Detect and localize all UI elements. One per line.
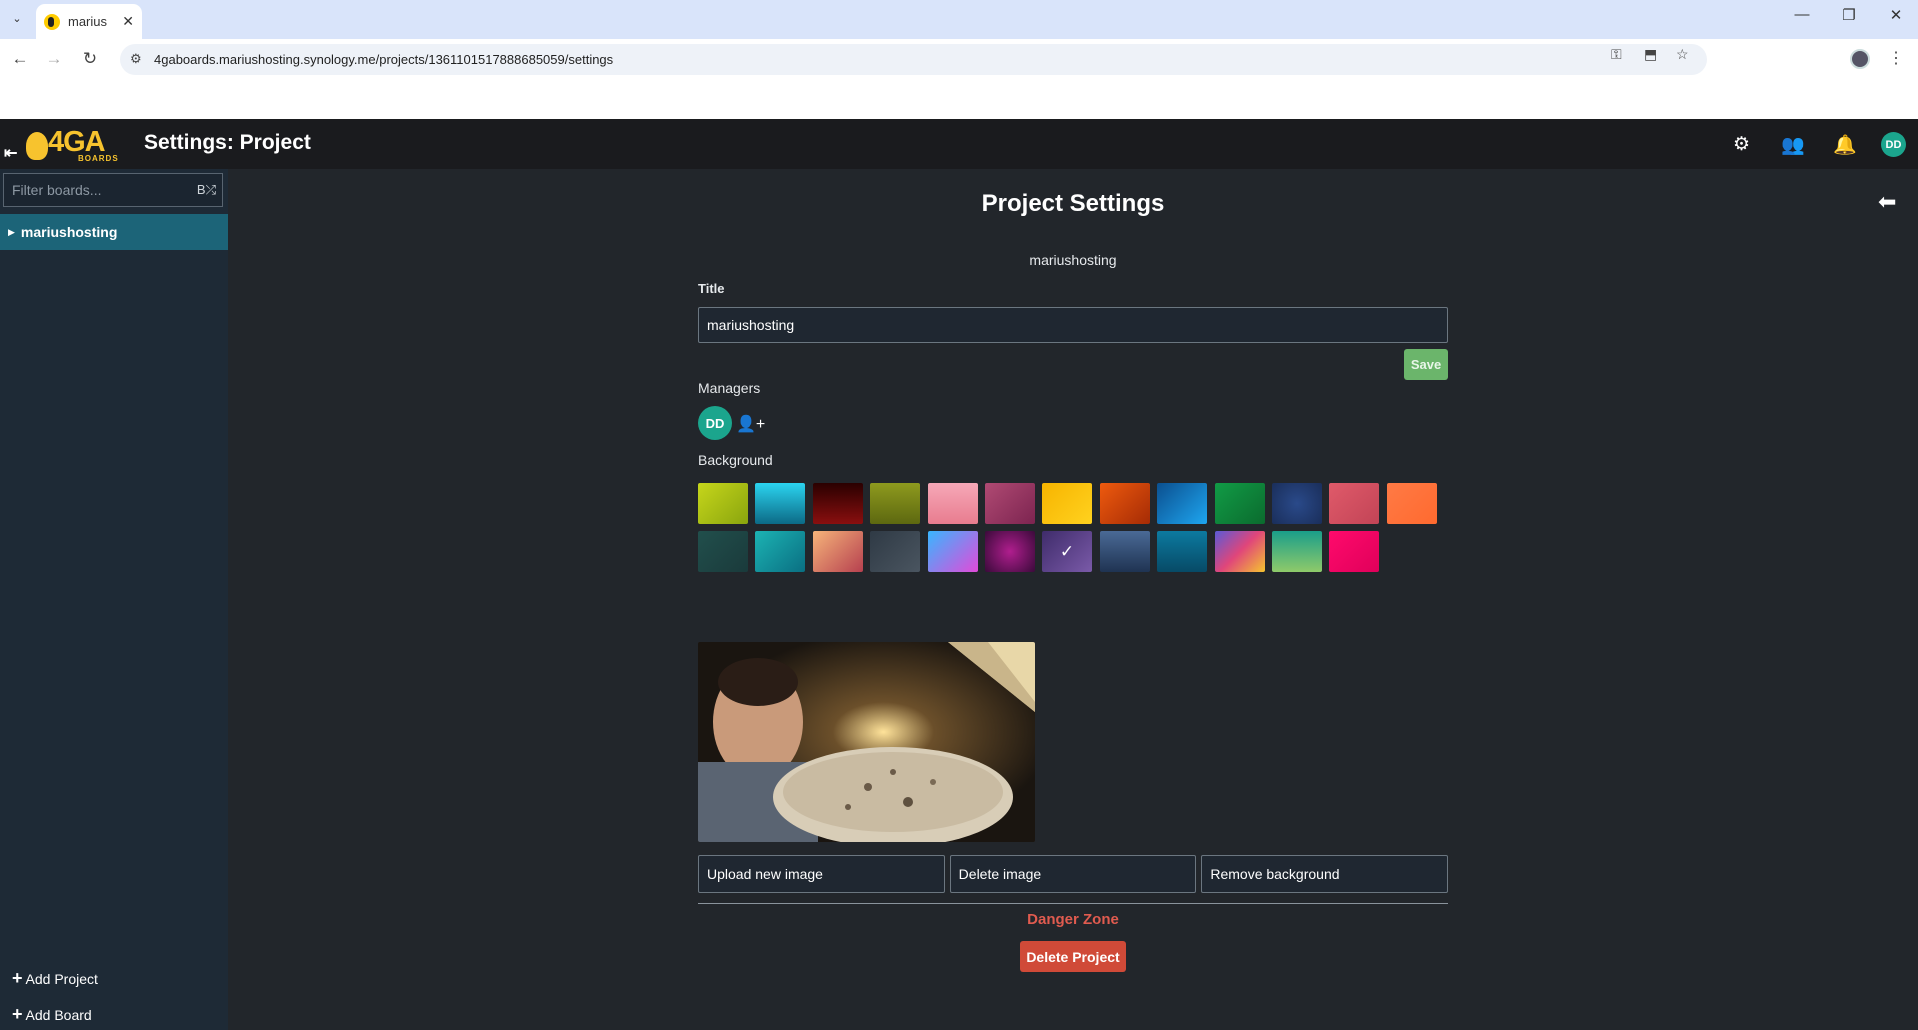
site-info-icon[interactable]: ⚙ — [130, 51, 142, 67]
logo-bird-icon — [26, 132, 48, 160]
restore-icon[interactable]: ❐ — [1829, 6, 1869, 24]
sidebar-project-label: mariushosting — [20, 224, 118, 240]
background-swatch[interactable] — [1100, 531, 1150, 572]
browser-blank-area — [0, 79, 1918, 119]
app-header: ⇤ 4GA BOARDS Settings: Project ⚙ 👥 🔔 DD — [0, 119, 1918, 169]
filter-options-icon[interactable]: B⤮ — [197, 182, 216, 198]
background-swatch[interactable] — [1387, 483, 1437, 524]
browser-tab[interactable]: marius ✕ — [36, 4, 142, 39]
logo-subtext: BOARDS — [78, 154, 119, 163]
background-swatch[interactable] — [985, 531, 1035, 572]
favicon-icon — [44, 13, 60, 30]
delete-image-button[interactable]: Delete image — [949, 855, 1197, 893]
background-label: Background — [698, 452, 773, 468]
background-swatch[interactable]: ✓ — [1042, 531, 1092, 572]
sidebar: B⤮ ▶ mariushosting + Add Project + Add B… — [0, 169, 228, 1030]
delete-project-button[interactable]: Delete Project — [1020, 941, 1126, 972]
upload-image-button[interactable]: Upload new image — [698, 855, 945, 893]
background-image — [698, 642, 1035, 842]
browser-toolbar: ← → ↻ ⚙ 4gaboards.mariushosting.synology… — [0, 39, 1918, 79]
background-swatch[interactable] — [1157, 531, 1207, 572]
add-board-label: Add Board — [25, 1006, 92, 1023]
background-swatch[interactable] — [813, 483, 863, 524]
background-swatch[interactable] — [1215, 483, 1265, 524]
background-swatch[interactable] — [870, 483, 920, 524]
manager-avatar[interactable]: DD — [698, 406, 732, 440]
divider — [698, 903, 1448, 904]
app-logo[interactable]: 4GA BOARDS — [22, 126, 120, 164]
background-swatch[interactable] — [1272, 483, 1322, 524]
image-actions: Upload new image Delete image Remove bac… — [698, 855, 1449, 893]
background-swatch[interactable] — [755, 531, 805, 572]
address-bar[interactable]: ⚙ 4gaboards.mariushosting.synology.me/pr… — [120, 44, 1707, 75]
close-window-icon[interactable]: ✕ — [1876, 6, 1916, 24]
add-board-button[interactable]: + Add Board — [12, 1004, 92, 1025]
save-button[interactable]: Save — [1404, 349, 1448, 380]
forward-icon[interactable]: → — [42, 47, 66, 71]
expand-caret-icon[interactable]: ▶ — [8, 227, 15, 238]
collapse-sidebar-icon[interactable]: ⇤ — [4, 143, 17, 163]
background-swatch[interactable] — [813, 531, 863, 572]
background-swatch[interactable] — [928, 483, 978, 524]
minimize-icon[interactable]: — — [1782, 6, 1822, 23]
project-name-subtitle: mariushosting — [1029, 252, 1117, 268]
title-label: Title — [698, 281, 725, 296]
background-swatch[interactable] — [928, 531, 978, 572]
settings-gear-icon[interactable]: ⚙ — [1733, 133, 1750, 156]
install-app-icon[interactable]: ⬒ — [1644, 46, 1657, 63]
background-photo-illustration — [698, 642, 1035, 842]
add-manager-icon[interactable]: 👤+ — [736, 414, 765, 434]
browser-menu-icon[interactable]: ⋮ — [1888, 48, 1904, 68]
tab-title: marius — [68, 14, 108, 29]
user-avatar[interactable]: DD — [1881, 132, 1906, 157]
password-key-icon[interactable]: ⚿ — [1611, 46, 1622, 63]
page-header-title: Settings: Project — [144, 131, 311, 154]
page-title: Project Settings — [981, 190, 1165, 217]
selected-check-icon: ✓ — [1059, 541, 1075, 561]
main-content: ⬅ Project Settings mariushosting Title S… — [228, 169, 1918, 1030]
background-swatch[interactable] — [1329, 483, 1379, 524]
background-swatch[interactable] — [698, 531, 748, 572]
tab-close-icon[interactable]: ✕ — [122, 13, 134, 30]
url-text: 4gaboards.mariushosting.synology.me/proj… — [154, 52, 614, 67]
background-swatch[interactable] — [1042, 483, 1092, 524]
notifications-bell-icon[interactable]: 🔔 — [1833, 133, 1857, 157]
title-input[interactable] — [698, 307, 1448, 343]
tab-search-icon[interactable]: ⌄ — [6, 7, 28, 29]
background-swatch[interactable] — [1100, 483, 1150, 524]
sidebar-item-mariushosting[interactable]: ▶ mariushosting — [0, 214, 228, 250]
back-icon[interactable]: ← — [8, 47, 32, 71]
managers-label: Managers — [698, 380, 761, 396]
filter-boards-input[interactable] — [4, 174, 184, 206]
users-icon[interactable]: 👥 — [1781, 133, 1805, 157]
background-swatch[interactable] — [985, 483, 1035, 524]
background-swatch[interactable] — [870, 531, 920, 572]
plus-icon: + — [12, 1004, 23, 1024]
plus-icon: + — [12, 968, 23, 988]
background-swatch[interactable] — [698, 483, 748, 524]
background-swatch[interactable] — [1215, 531, 1265, 572]
filter-boards: B⤮ — [3, 173, 223, 207]
profile-avatar[interactable] — [1850, 49, 1870, 69]
background-swatch[interactable] — [1157, 483, 1207, 524]
background-swatch[interactable] — [1329, 531, 1379, 572]
background-swatch[interactable] — [755, 483, 805, 524]
browser-tab-bar: ⌄ marius ✕ — ❐ ✕ — [0, 0, 1918, 39]
add-project-label: Add Project — [25, 970, 98, 987]
reload-icon[interactable]: ↻ — [78, 47, 102, 71]
remove-background-button[interactable]: Remove background — [1201, 855, 1449, 893]
bookmark-star-icon[interactable]: ☆ — [1676, 46, 1689, 63]
danger-zone-label: Danger Zone — [1027, 911, 1119, 928]
add-project-button[interactable]: + Add Project — [12, 968, 98, 989]
background-swatch[interactable] — [1272, 531, 1322, 572]
